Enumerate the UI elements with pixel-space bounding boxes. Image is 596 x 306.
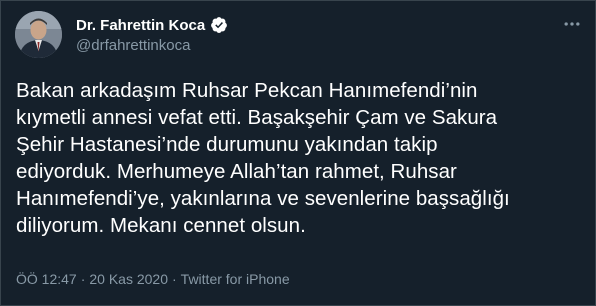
tweet-text-line: Bakan arkadaşım Ruhsar Pekcan Hanımefend…: [16, 79, 478, 102]
author-name-row: Dr. Fahrettin Koca: [76, 15, 228, 35]
author-handle[interactable]: @drfahrettinkoca: [76, 37, 228, 54]
tweet-header: Dr. Fahrettin Koca @drfahrettinkoca: [76, 15, 228, 54]
tweet-date[interactable]: 20 Kas 2020: [89, 271, 168, 287]
tweet-text-line: Hanımefendi’ye, yakınlarına ve sevenleri…: [16, 187, 510, 210]
avatar-image: [15, 11, 62, 58]
profile-avatar[interactable]: [15, 11, 62, 58]
tweet-meta: ÖÖ 12:47 · 20 Kas 2020 · Twitter for iPh…: [16, 271, 290, 287]
tweet-text: Bakan arkadaşım Ruhsar Pekcan Hanımefend…: [16, 77, 586, 239]
tweet-text-line: Şehir Hastanesi’nde durumunu yakından ta…: [16, 133, 438, 156]
tweet-text-line: diliyorum. Mekanı cennet olsun.: [16, 214, 306, 237]
more-options-icon[interactable]: [561, 13, 583, 35]
meta-separator: ·: [172, 271, 177, 287]
verified-badge-icon: [210, 16, 228, 34]
tweet-card: Dr. Fahrettin Koca @drfahrettinkoca Baka…: [0, 0, 596, 306]
meta-separator: ·: [80, 271, 86, 287]
author-name[interactable]: Dr. Fahrettin Koca: [76, 17, 205, 34]
tweet-time[interactable]: ÖÖ 12:47: [16, 271, 77, 287]
tweet-source-link[interactable]: Twitter for iPhone: [181, 271, 290, 287]
tweet-text-line: kıymetli annesi vefat etti. Başakşehir Ç…: [16, 106, 498, 129]
tweet-text-line: ediyorduk. Merhumeye Allah’tan rahmet, R…: [16, 160, 457, 183]
